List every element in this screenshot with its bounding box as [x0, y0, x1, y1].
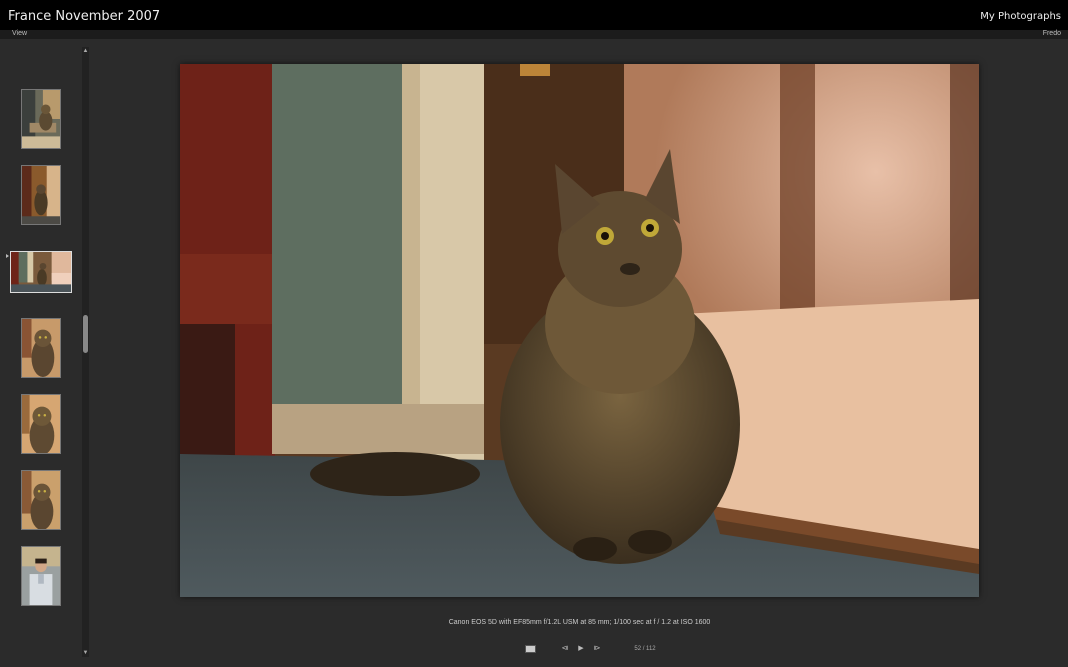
thumbnail-image — [11, 252, 71, 292]
thumbnail[interactable] — [21, 318, 61, 378]
next-icon[interactable]: ⧐ — [592, 643, 602, 655]
title-bar: France November 2007 My Photographs — [0, 0, 1068, 30]
thumbnail-image — [22, 319, 60, 377]
album-title: France November 2007 — [8, 9, 161, 24]
selection-marker — [6, 254, 9, 258]
main-photo — [180, 64, 979, 597]
filmstrip-scrollbar[interactable]: ▲ ▼ — [82, 47, 89, 657]
thumbnail[interactable] — [21, 89, 61, 149]
thumbnail-image — [22, 166, 60, 224]
scroll-down-arrow-icon[interactable]: ▼ — [82, 649, 89, 657]
site-title-link[interactable]: My Photographs — [980, 11, 1061, 22]
cat-photograph — [180, 64, 979, 597]
play-icon[interactable]: ▶ — [576, 643, 586, 655]
thumbnail-image — [22, 471, 60, 529]
exif-caption: Canon EOS 5D with EF85mm f/1.2L USM at 8… — [448, 619, 711, 626]
slideshow-controls: ⧏ ▶ ⧐ 52 / 112 — [524, 643, 664, 655]
user-link[interactable]: Fredo — [1043, 30, 1061, 37]
scrollbar-thumb[interactable] — [83, 315, 88, 353]
view-menu[interactable]: View — [12, 30, 27, 37]
thumbnail-image — [22, 547, 60, 605]
thumbnail[interactable] — [21, 470, 61, 530]
menu-bar: View Fredo — [0, 30, 1068, 39]
thumbnail-image — [22, 395, 60, 453]
thumbnail[interactable] — [21, 165, 61, 225]
thumbnail-selected[interactable] — [10, 251, 72, 293]
grid-view-icon[interactable] — [524, 643, 537, 655]
thumbnail-image — [22, 90, 60, 148]
previous-icon[interactable]: ⧏ — [560, 643, 570, 655]
thumbnail[interactable] — [21, 546, 61, 606]
image-counter: 52 / 112 — [634, 646, 656, 652]
scroll-up-arrow-icon[interactable]: ▲ — [82, 47, 89, 55]
thumbnail[interactable] — [21, 394, 61, 454]
